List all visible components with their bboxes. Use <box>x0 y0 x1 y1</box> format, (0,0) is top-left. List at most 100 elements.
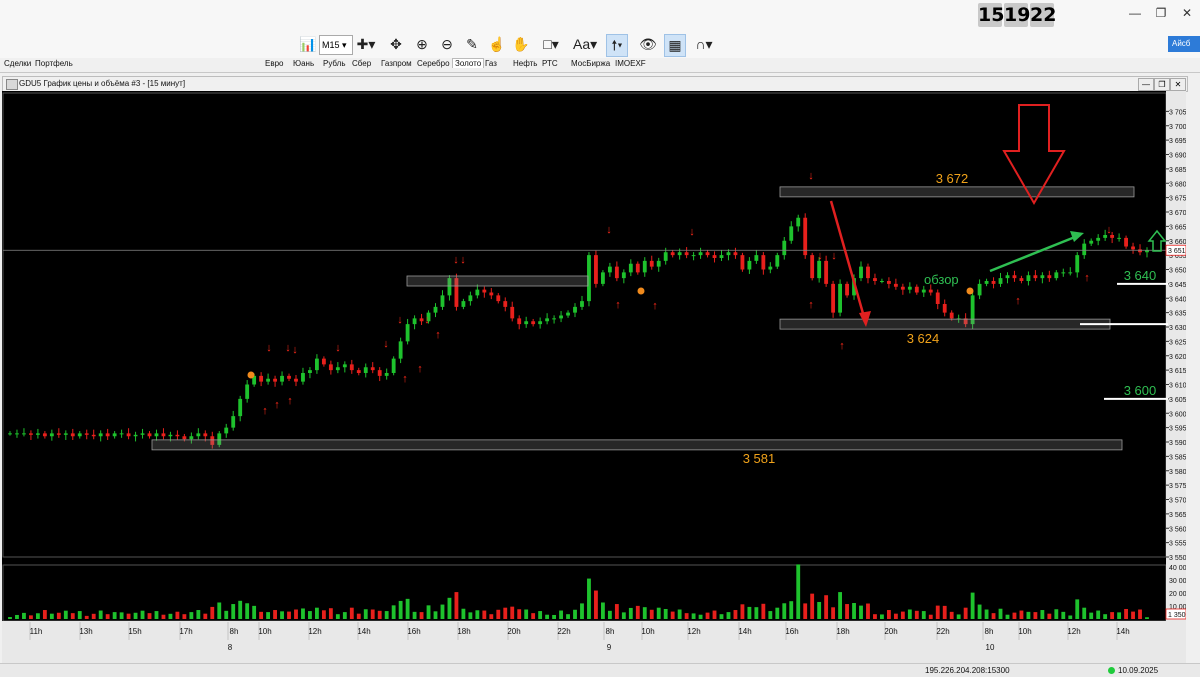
time-label: 16h <box>407 627 420 636</box>
candle-body <box>1033 275 1038 279</box>
tab-5[interactable]: Сбер <box>352 59 371 68</box>
volume-bar <box>231 604 236 619</box>
chart-type-icon[interactable]: 📊 <box>298 34 318 55</box>
hand-icon[interactable]: ✋ <box>511 34 531 55</box>
tab-2[interactable]: Евро <box>265 59 283 68</box>
candle-body <box>817 260 822 279</box>
volume-bar <box>70 613 75 619</box>
ruler-icon[interactable]: ✎ <box>462 34 482 55</box>
pattern-icon[interactable]: ▦ <box>664 34 686 57</box>
volume-bar <box>468 612 473 619</box>
volume-bar <box>545 614 550 619</box>
candle-body <box>684 252 689 256</box>
candle-body <box>642 260 647 273</box>
volume-bar <box>238 600 243 619</box>
tab-8[interactable]: Золото <box>452 58 485 68</box>
volume-bar <box>328 608 333 619</box>
price-tick-label: 3 550 <box>1169 555 1186 562</box>
level-zone <box>779 318 1111 330</box>
candle-body <box>914 286 919 293</box>
account-button[interactable]: Айсб <box>1168 36 1200 52</box>
level-label: 3 624 <box>907 331 940 346</box>
volume-bar <box>84 615 89 619</box>
tab-13[interactable]: IMOEXF <box>615 59 646 68</box>
candle-body <box>573 306 577 313</box>
tab-4[interactable]: Рубль <box>323 59 345 68</box>
candle-body <box>712 255 717 258</box>
volume-tick-label: 30 000 <box>1169 578 1186 585</box>
candle-body <box>349 364 354 371</box>
arrow-tool-icon[interactable]: 🠕▾ <box>606 34 628 57</box>
minimize-icon[interactable]: — <box>1128 6 1142 20</box>
volume-bar <box>335 614 340 619</box>
magnet-icon[interactable]: ∩▾ <box>694 34 714 55</box>
candle-body <box>607 266 612 273</box>
time-label: 17h <box>179 627 192 636</box>
volume-bar <box>970 592 975 619</box>
volume-bar <box>42 610 47 619</box>
touch-icon[interactable]: ☝ <box>487 34 507 55</box>
zoom-out-icon[interactable]: ⊖ <box>437 34 457 55</box>
candle-body <box>308 370 312 373</box>
tab-12[interactable]: МосБиржа <box>571 59 610 68</box>
candle-body <box>1096 237 1101 241</box>
candle-body <box>266 378 271 382</box>
candle-body <box>900 286 905 290</box>
volume-bar <box>77 611 82 619</box>
volume-bar <box>817 601 822 619</box>
time-label: 14h <box>357 627 370 636</box>
price-tick-label: 3 665 <box>1169 224 1186 231</box>
volume-bar <box>1026 611 1031 619</box>
window-restore-icon[interactable]: ❐ <box>1154 78 1170 91</box>
tab-9[interactable]: Газ <box>485 59 497 68</box>
time-label: 20h <box>884 627 897 636</box>
visibility-icon[interactable]: 👁 <box>638 34 658 55</box>
volume-bar <box>15 614 19 619</box>
volume-bar <box>845 604 849 619</box>
chart-window-titlebar: GDU5 График цены и объёма #3 - [15 минут… <box>2 76 1188 92</box>
candle-body <box>747 260 752 270</box>
timeframe-select[interactable]: M15 ▾ <box>319 35 353 55</box>
candle-body <box>761 255 766 270</box>
volume-bar <box>719 614 724 619</box>
tab-6[interactable]: Газпром <box>381 59 412 68</box>
tab-11[interactable]: РТС <box>542 59 558 68</box>
candle-body <box>231 416 236 428</box>
volume-bar <box>29 615 33 619</box>
sell-signal-icon: ↓ <box>831 250 837 262</box>
candle-body <box>600 272 605 284</box>
sell-signal-icon: ↓ <box>808 170 814 182</box>
tab-3[interactable]: Юань <box>293 59 314 68</box>
maximize-icon[interactable]: ❐ <box>1154 6 1168 20</box>
tab-1[interactable]: Портфель <box>35 59 73 68</box>
volume-bar <box>824 595 829 619</box>
price-tick-label: 3 615 <box>1169 368 1186 375</box>
tab-7[interactable]: Серебро <box>417 59 450 68</box>
chart-area[interactable]: 3 550 3 555 3 560 3 565 3 570 3 575 3 580 3 585… <box>2 91 1191 663</box>
close-icon[interactable]: ✕ <box>1180 6 1194 20</box>
candle-body <box>328 364 333 371</box>
zoom-in-icon[interactable]: ⊕ <box>412 34 432 55</box>
crosshair-icon[interactable]: ✚▾ <box>356 34 376 55</box>
volume-bar <box>398 600 403 619</box>
sell-signal-icon: ↓ <box>817 250 823 262</box>
window-close-icon[interactable]: ✕ <box>1170 78 1186 91</box>
price-tick-label: 3 640 <box>1169 296 1186 303</box>
window-minimize-icon[interactable]: — <box>1138 78 1154 91</box>
candle-body <box>1075 255 1080 273</box>
volume-bar <box>161 614 166 619</box>
price-tick-label: 3 575 <box>1169 483 1186 490</box>
move-icon[interactable]: ✥ <box>386 34 406 55</box>
tab-10[interactable]: Нефть <box>513 59 537 68</box>
level-zone <box>151 439 1123 451</box>
tab-0[interactable]: Сделки <box>4 59 31 68</box>
rectangle-icon[interactable]: □▾ <box>541 34 561 55</box>
volume-bar <box>294 609 298 619</box>
volume-bar <box>49 613 54 619</box>
text-icon[interactable]: Aa▾ <box>573 34 597 55</box>
candle-body <box>859 266 863 279</box>
time-label: 10h <box>641 627 654 636</box>
buy-signal-icon: ↑ <box>1084 272 1090 284</box>
volume-bar <box>517 609 522 619</box>
volume-bar <box>684 613 689 619</box>
